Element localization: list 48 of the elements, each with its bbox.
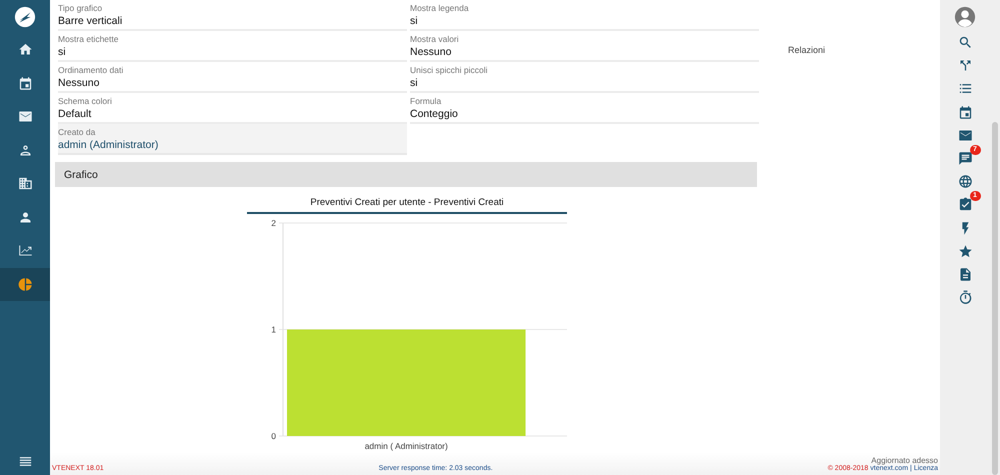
field-label: Tipo grafico bbox=[58, 2, 102, 14]
field-label: Mostra etichette bbox=[58, 34, 118, 44]
field-label: Creato da bbox=[58, 126, 96, 138]
chart-title: Preventivi Creati per utente - Preventivi Creati bbox=[310, 197, 504, 208]
globe-icon[interactable] bbox=[958, 174, 972, 190]
avatar-icon[interactable] bbox=[954, 6, 976, 28]
field-value: si bbox=[410, 14, 418, 28]
field-value: Nessuno bbox=[410, 44, 452, 58]
pie-chart-icon bbox=[18, 276, 32, 292]
line-chart-icon bbox=[18, 243, 32, 258]
sidebar-item[interactable] bbox=[0, 268, 50, 301]
star-icon[interactable] bbox=[958, 244, 972, 259]
envelope-icon bbox=[18, 109, 32, 124]
field-value: Nessuno bbox=[58, 76, 100, 90]
chat-bubble-icon[interactable] bbox=[958, 151, 972, 166]
fork-arrows-icon[interactable] bbox=[958, 58, 972, 74]
document-icon[interactable] bbox=[958, 266, 972, 282]
logo-icon[interactable] bbox=[14, 6, 36, 28]
calendar-icon[interactable] bbox=[958, 104, 972, 120]
clipboard-check-icon[interactable] bbox=[958, 197, 972, 212]
scrollbar[interactable] bbox=[992, 122, 998, 475]
field-label: Schema colori bbox=[58, 96, 112, 106]
envelope-icon[interactable] bbox=[958, 128, 972, 143]
contact-icon bbox=[18, 142, 32, 158]
field-value: si bbox=[410, 76, 418, 90]
section-header: Grafico bbox=[55, 162, 757, 187]
x-axis-label: admin ( Administrator) bbox=[364, 441, 448, 451]
field-value: si bbox=[58, 44, 66, 58]
y-tick-label: 1 bbox=[271, 324, 276, 334]
stopwatch-icon[interactable] bbox=[958, 290, 972, 306]
field-label: Unisci spicchi piccoli bbox=[410, 64, 488, 76]
search-icon[interactable] bbox=[958, 35, 972, 50]
user-link[interactable]: admin (Administrator) bbox=[58, 138, 158, 152]
calendar-icon bbox=[18, 76, 32, 91]
y-tick-label: 2 bbox=[271, 218, 276, 228]
field-value: Default bbox=[58, 106, 92, 120]
building-icon bbox=[18, 176, 32, 192]
field-value: Conteggio bbox=[410, 106, 458, 120]
updated-text: Aggiornato adesso bbox=[871, 456, 938, 465]
field-value: Barre verticali bbox=[58, 14, 122, 28]
field-label: Formula bbox=[410, 96, 442, 106]
y-tick-label: 0 bbox=[271, 431, 276, 441]
field-label: Mostra legenda bbox=[410, 2, 469, 14]
field-label: Mostra valori bbox=[410, 34, 459, 44]
home-icon bbox=[18, 42, 32, 58]
field-label: Ordinamento dati bbox=[58, 64, 124, 76]
person-icon bbox=[18, 210, 32, 225]
relations-title: Relazioni bbox=[788, 45, 826, 55]
